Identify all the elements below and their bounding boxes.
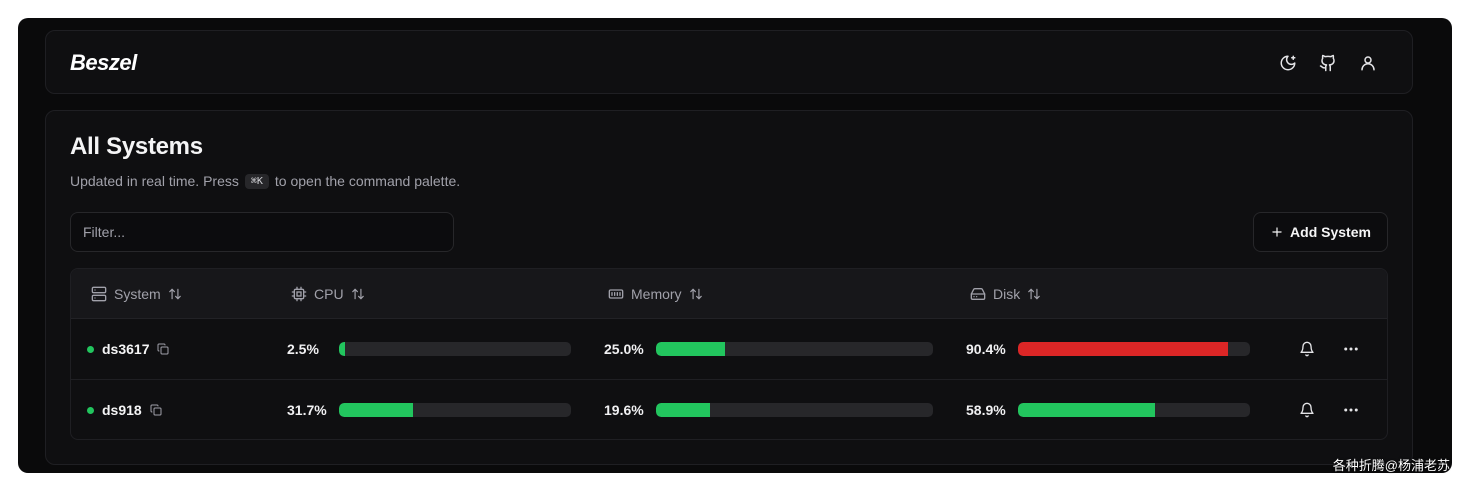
disk-cell: 58.9% — [966, 380, 1250, 439]
systems-card: All Systems Updated in real time. Press … — [45, 110, 1413, 465]
system-cell: ds918 — [87, 380, 162, 439]
column-header-memory[interactable]: Memory — [608, 269, 703, 319]
command-shortcut-kbd: ⌘K — [244, 173, 269, 189]
column-header-disk[interactable]: Disk — [970, 269, 1041, 319]
memory-cell: 25.0% — [604, 319, 933, 379]
column-label: Disk — [993, 286, 1021, 302]
cpu-bar-fill — [339, 403, 413, 417]
plus-icon — [1272, 227, 1282, 237]
page-subtitle: Updated in real time. Press ⌘K to open t… — [70, 173, 460, 189]
memory-icon — [608, 289, 624, 299]
page-title: All Systems — [70, 133, 203, 160]
server-icon — [91, 286, 107, 302]
memory-bar — [656, 403, 933, 417]
table-header: System CPU Memory Disk — [71, 269, 1387, 319]
app-window: Beszel All Systems Updated in real time.… — [18, 18, 1452, 473]
systems-table: System CPU Memory Disk ds3617 2.5% 25.0%… — [70, 268, 1388, 440]
sort-arrows-icon — [168, 288, 181, 300]
filter-input[interactable] — [70, 212, 454, 252]
cpu-icon — [291, 286, 307, 302]
sort-arrows-icon — [351, 288, 364, 300]
table-row[interactable]: ds3617 2.5% 25.0% 90.4% — [71, 319, 1387, 380]
status-dot — [87, 345, 94, 353]
system-cell: ds3617 — [87, 319, 169, 379]
watermark: 各种折腾@杨浦老苏 — [1332, 458, 1450, 473]
copy-icon[interactable] — [150, 404, 162, 416]
cpu-percent: 2.5% — [287, 341, 319, 357]
table-row[interactable]: ds918 31.7% 19.6% 58.9% — [71, 380, 1387, 439]
memory-bar — [656, 342, 933, 356]
disk-bar-fill — [1018, 342, 1228, 356]
column-header-system[interactable]: System — [91, 269, 182, 319]
cpu-bar — [339, 342, 571, 356]
more-options-icon[interactable] — [1339, 398, 1363, 422]
disk-percent: 58.9% — [966, 402, 1006, 418]
sort-arrows-icon — [689, 288, 702, 300]
column-header-cpu[interactable]: CPU — [291, 269, 365, 319]
disk-bar-fill — [1018, 403, 1155, 417]
subtitle-text-2: to open the command palette. — [274, 173, 461, 189]
memory-percent: 25.0% — [604, 341, 644, 357]
theme-toggle-moon-icon[interactable] — [1276, 51, 1300, 75]
cpu-bar — [339, 403, 571, 417]
disk-icon — [970, 288, 986, 300]
disk-bar — [1018, 342, 1250, 356]
column-label: Memory — [631, 286, 682, 302]
user-icon[interactable] — [1356, 51, 1380, 75]
bell-icon[interactable] — [1295, 398, 1319, 422]
top-navbar: Beszel — [45, 30, 1413, 94]
cpu-percent: 31.7% — [287, 402, 327, 418]
github-icon[interactable] — [1316, 51, 1340, 75]
subtitle-text: Updated in real time. Press — [70, 173, 239, 189]
memory-percent: 19.6% — [604, 402, 644, 418]
bell-icon[interactable] — [1295, 337, 1319, 361]
system-name[interactable]: ds3617 — [102, 341, 149, 357]
column-label: System — [114, 286, 161, 302]
status-dot — [87, 406, 94, 414]
copy-icon[interactable] — [157, 343, 169, 355]
memory-bar-fill — [656, 403, 711, 417]
disk-percent: 90.4% — [966, 341, 1006, 357]
logo[interactable]: Beszel — [70, 50, 137, 76]
memory-cell: 19.6% — [604, 380, 933, 439]
disk-bar — [1018, 403, 1250, 417]
disk-cell: 90.4% — [966, 319, 1250, 379]
cpu-cell: 31.7% — [287, 380, 571, 439]
cpu-bar-fill — [339, 342, 345, 356]
memory-bar-fill — [656, 342, 726, 356]
cpu-cell: 2.5% — [287, 319, 571, 379]
more-options-icon[interactable] — [1339, 337, 1363, 361]
add-system-label: Add System — [1290, 224, 1371, 240]
column-label: CPU — [314, 286, 344, 302]
system-name[interactable]: ds918 — [102, 402, 142, 418]
sort-arrows-icon — [1028, 288, 1041, 300]
add-system-button[interactable]: Add System — [1253, 212, 1388, 252]
